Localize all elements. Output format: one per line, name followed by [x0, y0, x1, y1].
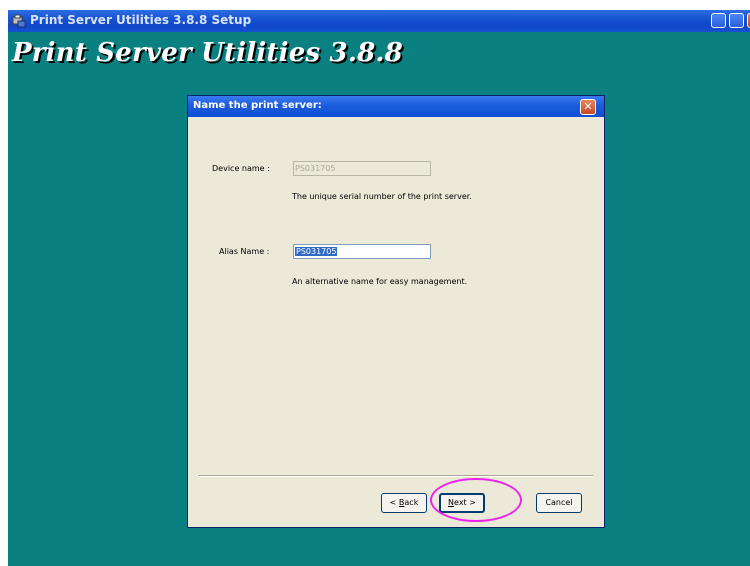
installer-title: Print Server Utilities 3.8.8 Setup	[30, 13, 252, 27]
banner-title: Print Server Utilities 3.8.8	[12, 38, 403, 68]
installer-app-icon	[12, 14, 26, 28]
dialog-close-button[interactable]: ✕	[580, 99, 596, 115]
installer-titlebar[interactable]: Print Server Utilities 3.8.8 Setup	[8, 10, 750, 32]
next-highlight-ellipse	[430, 478, 522, 522]
back-prefix: <	[389, 498, 399, 507]
maximize-button[interactable]	[729, 13, 744, 28]
back-button[interactable]: < Back	[381, 493, 427, 513]
button-divider	[198, 475, 593, 477]
close-icon: ✕	[583, 100, 593, 113]
name-print-server-dialog: Name the print server: ✕ Device name : P…	[187, 95, 605, 528]
device-name-description: The unique serial number of the print se…	[292, 192, 472, 201]
alias-name-input[interactable]: PS031705	[293, 244, 431, 259]
back-label-rest: ack	[404, 498, 419, 507]
device-name-field: PS031705	[293, 161, 431, 176]
alias-name-label: Alias Name :	[219, 247, 270, 256]
minimize-button[interactable]	[711, 13, 726, 28]
alias-name-description: An alternative name for easy management.	[292, 277, 468, 286]
dialog-titlebar[interactable]: Name the print server: ✕	[188, 96, 604, 117]
alias-name-value: PS031705	[295, 247, 338, 256]
cancel-button[interactable]: Cancel	[536, 493, 582, 513]
installer-window: Print Server Utilities 3.8.8 Setup Print…	[8, 10, 750, 566]
dialog-title: Name the print server:	[193, 100, 322, 111]
device-name-label: Device name :	[212, 164, 270, 173]
